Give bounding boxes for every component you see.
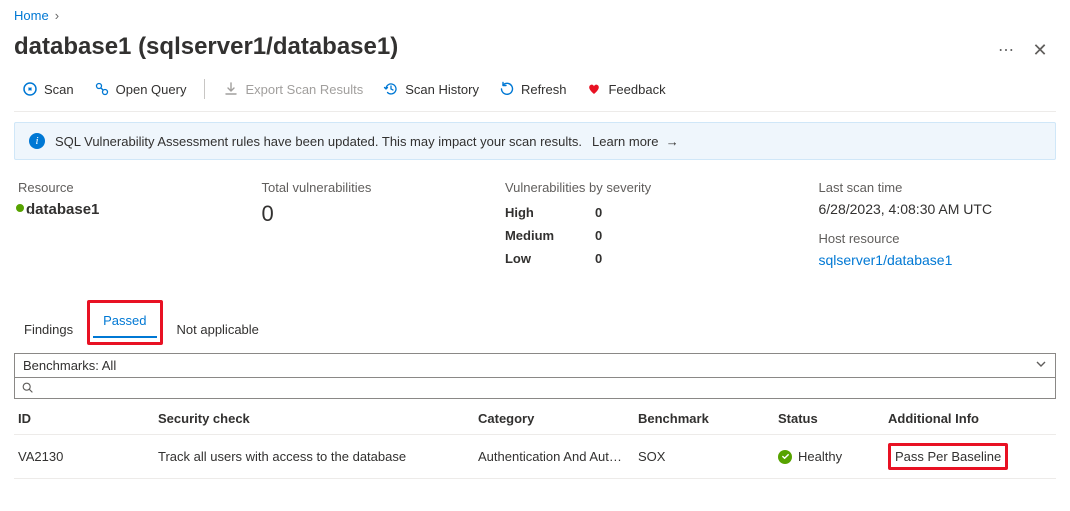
filter-search-input[interactable]: [14, 378, 1056, 399]
stats-row: Resource database1 Total vulnerabilities…: [14, 160, 1056, 286]
highlight-box: Passed: [87, 300, 162, 345]
high-value: 0: [595, 205, 635, 220]
close-button[interactable]: ✕: [1024, 34, 1056, 66]
col-security-check[interactable]: Security check: [158, 411, 478, 426]
chevron-down-icon: [1035, 358, 1047, 373]
download-icon: [223, 81, 239, 97]
history-button[interactable]: Scan History: [375, 77, 487, 101]
col-id[interactable]: ID: [18, 411, 158, 426]
host-resource-label: Host resource: [819, 231, 1052, 246]
col-additional-info[interactable]: Additional Info: [888, 411, 1038, 426]
high-label: High: [505, 205, 595, 220]
medium-value: 0: [595, 228, 635, 243]
close-icon: ✕: [1032, 40, 1047, 61]
scan-button[interactable]: Scan: [14, 77, 82, 101]
command-bar: Scan Open Query Export Scan Results Scan…: [14, 71, 1056, 112]
page-title: database1 (sqlserver1/database1): [14, 33, 988, 61]
cell-security-check: Track all users with access to the datab…: [158, 449, 478, 464]
search-icon: [21, 381, 35, 395]
low-value: 0: [595, 251, 635, 266]
chevron-right-icon: ›: [55, 8, 59, 23]
total-vuln-label: Total vulnerabilities: [261, 180, 494, 195]
more-actions-button[interactable]: ⋯: [988, 40, 1024, 60]
export-button: Export Scan Results: [215, 77, 371, 101]
scan-icon: [22, 81, 38, 97]
tab-not-applicable[interactable]: Not applicable: [167, 314, 269, 345]
cell-benchmark: SOX: [638, 449, 778, 464]
query-icon: [94, 81, 110, 97]
col-status[interactable]: Status: [778, 411, 888, 426]
cell-additional-info: Pass Per Baseline: [895, 449, 1001, 464]
severity-label: Vulnerabilities by severity: [505, 180, 809, 195]
history-icon: [383, 81, 399, 97]
breadcrumb-home[interactable]: Home: [14, 8, 49, 23]
tab-passed[interactable]: Passed: [93, 305, 156, 338]
benchmarks-dropdown[interactable]: Benchmarks: All: [14, 353, 1056, 378]
resource-name: database1: [26, 201, 99, 218]
healthy-icon: [778, 450, 792, 464]
info-icon: i: [29, 133, 45, 149]
open-query-button[interactable]: Open Query: [86, 77, 195, 101]
low-label: Low: [505, 251, 595, 266]
highlight-box: Pass Per Baseline: [888, 443, 1008, 470]
banner-text: SQL Vulnerability Assessment rules have …: [55, 134, 582, 149]
table-row[interactable]: VA2130 Track all users with access to th…: [14, 435, 1056, 479]
result-tabs: Findings Passed Not applicable: [14, 300, 1056, 345]
total-vuln-value: 0: [261, 201, 494, 227]
refresh-button[interactable]: Refresh: [491, 77, 575, 101]
feedback-button[interactable]: Feedback: [578, 77, 673, 101]
info-banner: i SQL Vulnerability Assessment rules hav…: [14, 122, 1056, 160]
cell-category: Authentication And Aut…: [478, 449, 638, 464]
refresh-icon: [499, 81, 515, 97]
col-category[interactable]: Category: [478, 411, 638, 426]
scan-time-label: Last scan time: [819, 180, 1052, 195]
heart-icon: [586, 81, 602, 97]
toolbar-separator: [204, 79, 205, 99]
resource-label: Resource: [18, 180, 251, 195]
scan-time-value: 6/28/2023, 4:08:30 AM UTC: [819, 201, 1052, 217]
cell-id: VA2130: [18, 449, 158, 464]
learn-more-link[interactable]: Learn more →: [592, 134, 679, 149]
host-resource-link[interactable]: sqlserver1/database1: [819, 252, 1052, 268]
results-table: ID Security check Category Benchmark Sta…: [14, 403, 1056, 479]
col-benchmark[interactable]: Benchmark: [638, 411, 778, 426]
breadcrumb: Home ›: [14, 4, 1056, 29]
tab-findings[interactable]: Findings: [14, 314, 83, 345]
cell-status: Healthy: [798, 449, 842, 464]
medium-label: Medium: [505, 228, 595, 243]
